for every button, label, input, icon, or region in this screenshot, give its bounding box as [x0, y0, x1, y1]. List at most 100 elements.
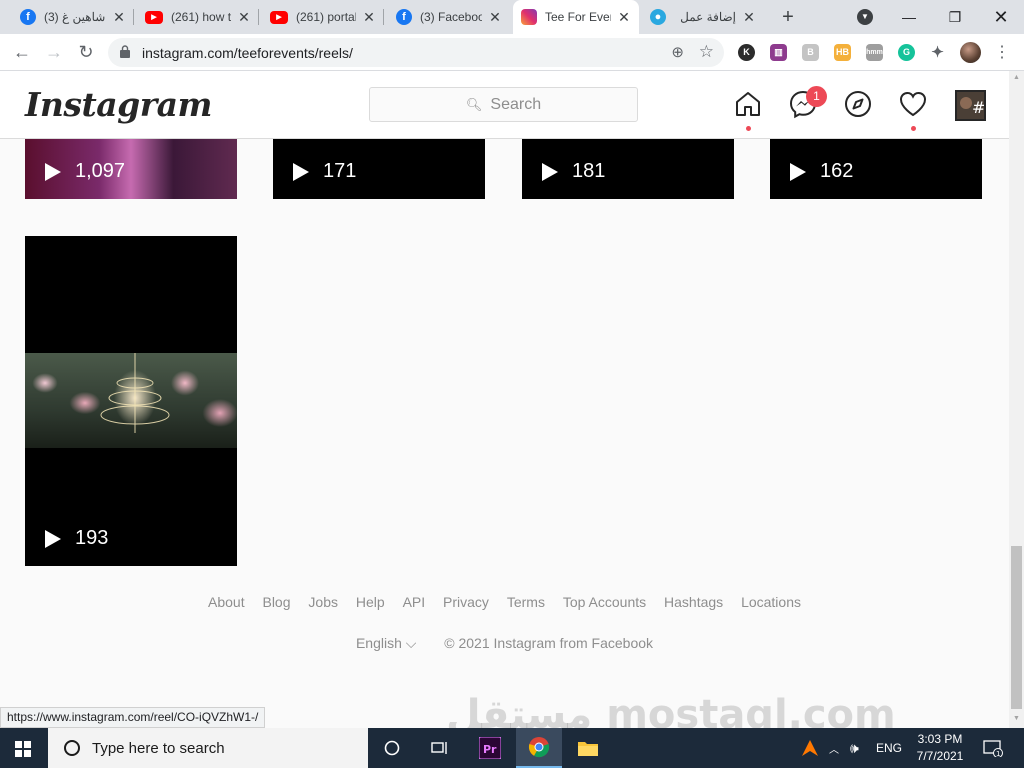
extension-k-icon[interactable]: K: [738, 44, 755, 61]
hashtag-icon: #: [957, 92, 984, 119]
bookmark-star-icon[interactable]: ☆: [699, 42, 714, 62]
grammarly-icon[interactable]: G: [898, 44, 915, 61]
reel-view-count: 193: [45, 527, 108, 550]
forward-button[interactable]: →: [42, 40, 66, 64]
profile-avatar[interactable]: [960, 42, 981, 63]
search-icon: [64, 740, 80, 756]
view-count-text: 181: [572, 160, 606, 182]
extension-b-icon[interactable]: B: [802, 44, 819, 61]
avast-icon[interactable]: [801, 728, 819, 768]
home-icon[interactable]: [733, 89, 763, 119]
reel-tile[interactable]: 1,097: [25, 139, 237, 199]
scroll-down-arrow[interactable]: ▼: [1011, 715, 1022, 722]
close-icon[interactable]: ✕: [237, 9, 251, 26]
restore-button[interactable]: ❐: [932, 0, 978, 34]
reel-tile[interactable]: 162: [770, 139, 982, 199]
reel-view-count: 171: [293, 160, 356, 183]
browser-tab[interactable]: ● إضافة عمل ✕: [642, 0, 764, 34]
home-notification-dot: [746, 126, 751, 131]
explore-compass-icon[interactable]: [843, 89, 873, 119]
reload-button[interactable]: ↻: [74, 40, 98, 64]
view-count-text: 171: [323, 160, 357, 182]
address-bar[interactable]: instagram.com/teeforevents/reels/ ⊕ ☆: [108, 38, 724, 67]
footer-link-hashtags[interactable]: Hashtags: [664, 594, 723, 610]
instagram-icon: [521, 9, 537, 25]
svg-text:#: #: [972, 98, 984, 117]
footer-link-locations[interactable]: Locations: [741, 594, 801, 610]
search-input[interactable]: 🔍︎ Search: [369, 87, 638, 122]
tab-title: Tee For Even: [545, 10, 611, 24]
tab-search-icon[interactable]: ▼: [857, 9, 873, 25]
reel-view-count: 181: [542, 160, 605, 183]
chrome-icon[interactable]: [516, 728, 562, 768]
facebook-icon: f: [396, 9, 412, 25]
window-close-button[interactable]: ✕: [978, 0, 1024, 34]
language-select[interactable]: English ⌵: [356, 635, 416, 651]
taskbar-search-input[interactable]: Type here to search: [48, 728, 368, 768]
premiere-pro-icon[interactable]: Pr: [467, 728, 513, 768]
reel-tile[interactable]: 181: [522, 139, 734, 199]
action-center-icon[interactable]: 1: [983, 728, 1003, 768]
browser-tab[interactable]: ▶ (261) portal ✕: [262, 0, 384, 34]
minimize-button[interactable]: —: [886, 0, 932, 34]
notification-count: 1: [996, 750, 1000, 757]
browser-tab-strip: f (3) شاهين غ ✕ ▶ (261) how to ✕ ▶ (261)…: [0, 0, 1024, 34]
cortana-icon[interactable]: [369, 728, 415, 768]
scroll-up-arrow[interactable]: ▲: [1011, 74, 1022, 81]
browser-tab-active[interactable]: Tee For Even ✕: [513, 0, 639, 34]
play-icon: [45, 529, 61, 548]
close-icon[interactable]: ✕: [488, 9, 502, 26]
input-language[interactable]: ENG: [876, 728, 902, 768]
footer-link-blog[interactable]: Blog: [262, 594, 290, 610]
chevron-down-icon: ⌵: [405, 635, 417, 651]
footer-link-about[interactable]: About: [208, 594, 245, 610]
new-tab-button[interactable]: +: [776, 5, 800, 29]
instagram-logo[interactable]: Instagram: [25, 85, 212, 124]
footer-link-help[interactable]: Help: [356, 594, 385, 610]
reel-thumbnail: [25, 353, 237, 448]
browser-tab[interactable]: ▶ (261) how to ✕: [137, 0, 259, 34]
windows-start-icon[interactable]: [15, 741, 31, 757]
view-count-text: 193: [75, 527, 109, 549]
chandelier-image: [100, 353, 170, 433]
reel-tile[interactable]: 171: [273, 139, 485, 199]
close-icon[interactable]: ✕: [112, 9, 126, 26]
search-icon: 🔍︎: [465, 96, 483, 112]
view-count-text: 1,097: [75, 160, 126, 182]
reel-view-count: 1,097: [45, 160, 125, 183]
scrollbar-thumb[interactable]: [1011, 546, 1022, 709]
close-icon[interactable]: ✕: [617, 9, 631, 26]
tray-chevron-icon[interactable]: ︿: [829, 728, 839, 768]
browser-tab[interactable]: f (3) Faceboo ✕: [388, 0, 510, 34]
footer-meta: English ⌵ © 2021 Instagram from Facebook: [0, 635, 1009, 652]
task-view-icon[interactable]: [417, 728, 463, 768]
profile-avatar[interactable]: #: [955, 90, 986, 121]
extensions-puzzle-icon[interactable]: ✦: [929, 44, 946, 61]
activity-notification-dot: [911, 126, 916, 131]
file-explorer-icon[interactable]: [565, 728, 611, 768]
facebook-icon: f: [20, 9, 36, 25]
play-icon: [293, 162, 309, 181]
footer-link-jobs[interactable]: Jobs: [308, 594, 338, 610]
footer-link-privacy[interactable]: Privacy: [443, 594, 489, 610]
footer-link-api[interactable]: API: [403, 594, 426, 610]
activity-heart-icon[interactable]: [898, 89, 928, 119]
footer-link-top-accounts[interactable]: Top Accounts: [563, 594, 646, 610]
volume-icon[interactable]: 🕪: [850, 728, 859, 768]
play-icon: [45, 162, 61, 181]
menu-kebab-icon[interactable]: ⋮: [994, 42, 1010, 62]
play-icon: [790, 162, 806, 181]
extension-hb-icon[interactable]: HB: [834, 44, 851, 61]
browser-tab[interactable]: f (3) شاهين غ ✕: [12, 0, 134, 34]
close-icon[interactable]: ✕: [742, 9, 756, 26]
taskbar-clock[interactable]: 3:03 PM 7/7/2021: [910, 731, 970, 765]
extension-chart-icon[interactable]: ▥: [770, 44, 787, 61]
youtube-icon: ▶: [145, 10, 163, 24]
instagram-header: Instagram 🔍︎ Search 1 #: [0, 71, 1009, 139]
extension-hmm-icon[interactable]: hmm: [866, 44, 883, 61]
close-icon[interactable]: ✕: [362, 9, 376, 26]
zoom-icon[interactable]: ⊕: [671, 43, 684, 61]
reel-tile[interactable]: 193: [25, 236, 237, 566]
back-button[interactable]: ←: [10, 40, 34, 64]
footer-link-terms[interactable]: Terms: [507, 594, 545, 610]
